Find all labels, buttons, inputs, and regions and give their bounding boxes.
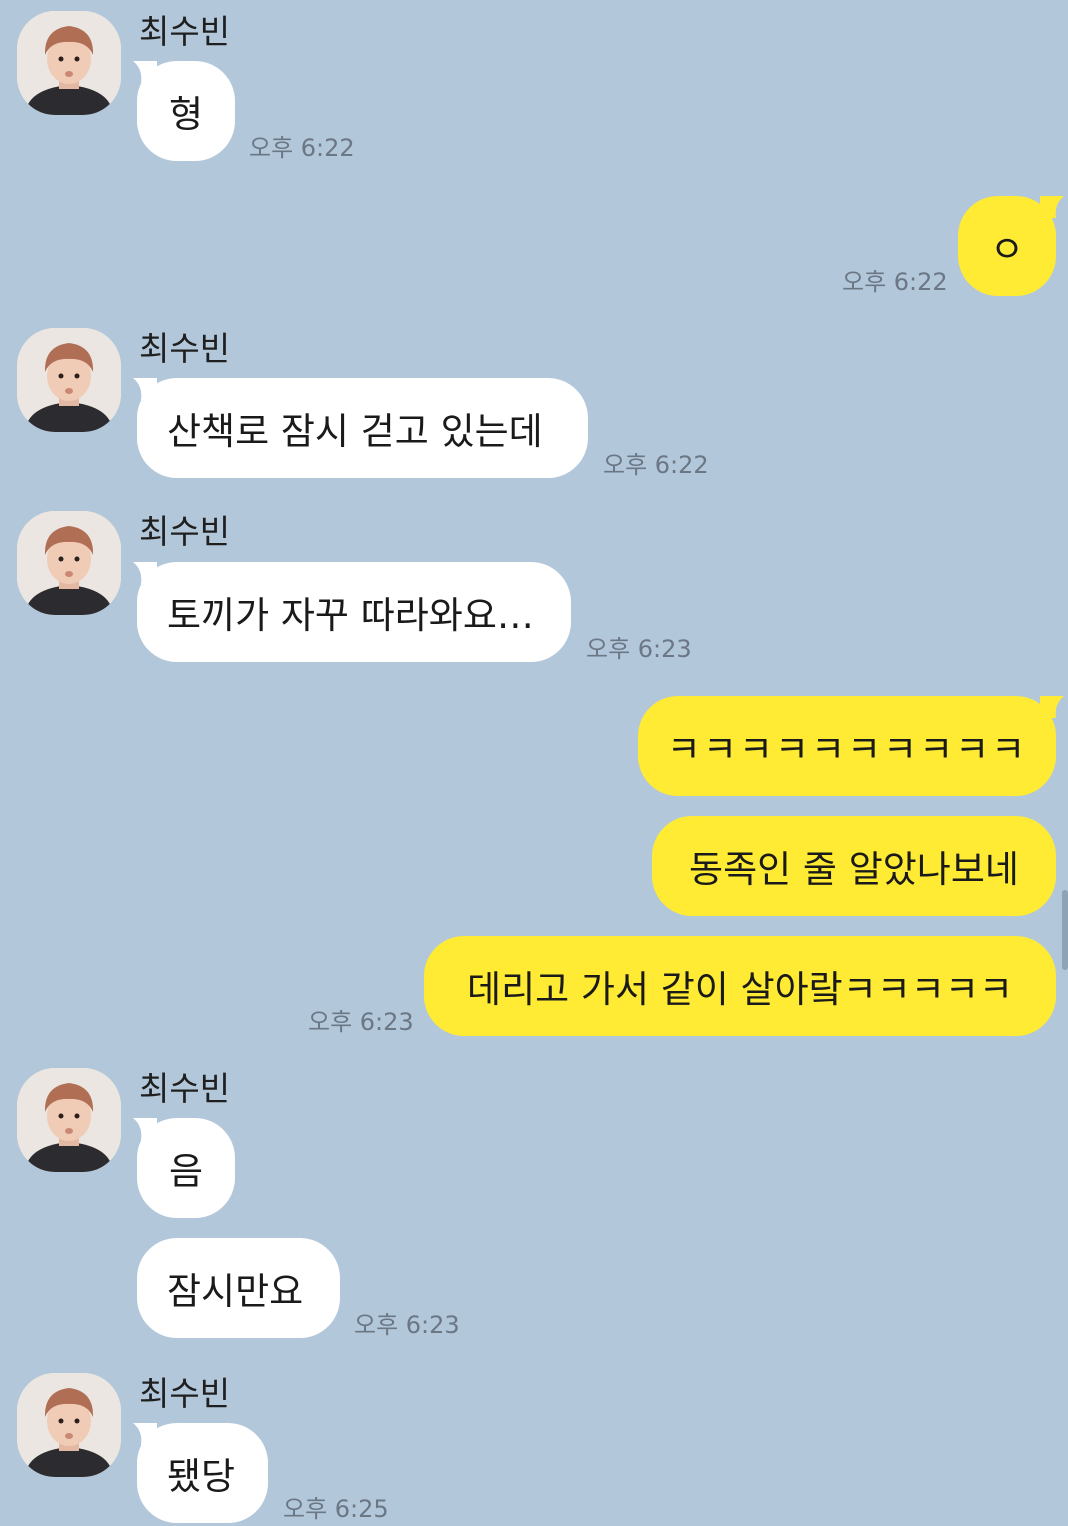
avatar[interactable] (17, 511, 121, 615)
message-time: 오후 6:23 (308, 1008, 414, 1036)
avatar[interactable] (17, 328, 121, 432)
message-time: 오후 6:22 (842, 268, 948, 296)
message-bubble[interactable]: ㅋㅋㅋㅋㅋㅋㅋㅋㅋㅋ (638, 696, 1056, 796)
message-bubble[interactable]: 동족인 줄 알았나보네 (652, 816, 1056, 916)
bubble-tail (1040, 696, 1064, 718)
sender-name: 최수빈 (139, 512, 231, 551)
avatar[interactable] (17, 11, 121, 115)
message-time: 오후 6:22 (603, 451, 709, 479)
message-bubble[interactable]: 산책로 잠시 걷고 있는데 (137, 378, 588, 478)
avatar[interactable] (17, 1068, 121, 1172)
message-time: 오후 6:23 (586, 635, 692, 663)
sender-name: 최수빈 (139, 12, 231, 51)
message-text: 산책로 잠시 걷고 있는데 (167, 410, 543, 453)
message-bubble[interactable]: 됐당 (137, 1423, 268, 1523)
message-text: 잠시만요 (167, 1270, 304, 1313)
message-bubble[interactable]: 형 (137, 61, 235, 161)
message-text: ㅋㅋㅋㅋㅋㅋㅋㅋㅋㅋ (666, 728, 1028, 771)
sender-name: 최수빈 (139, 1069, 231, 1108)
message-bubble[interactable]: 데리고 가서 같이 살아랔ㅋㅋㅋㅋㅋ (424, 936, 1056, 1036)
message-text: 됐당 (167, 1455, 236, 1498)
message-text: 동족인 줄 알았나보네 (689, 848, 1019, 891)
message-text: 형 (168, 93, 204, 136)
scrollbar[interactable] (1062, 890, 1068, 970)
message-time: 오후 6:25 (283, 1495, 389, 1523)
bubble-tail (1040, 196, 1064, 218)
message-text: ㅇ (989, 228, 1025, 271)
sender-name: 최수빈 (139, 1374, 231, 1413)
message-time: 오후 6:23 (354, 1311, 460, 1339)
message-text: 음 (168, 1150, 204, 1193)
message-bubble[interactable]: 토끼가 자꾸 따라와요… (137, 562, 571, 662)
message-time: 오후 6:22 (249, 134, 355, 162)
avatar[interactable] (17, 1373, 121, 1477)
message-text: 데리고 가서 같이 살아랔ㅋㅋㅋㅋㅋ (467, 968, 1013, 1011)
message-text: 토끼가 자꾸 따라와요… (167, 594, 534, 637)
message-bubble[interactable]: 음 (137, 1118, 235, 1218)
sender-name: 최수빈 (139, 329, 231, 368)
message-bubble[interactable]: 잠시만요 (137, 1238, 340, 1338)
